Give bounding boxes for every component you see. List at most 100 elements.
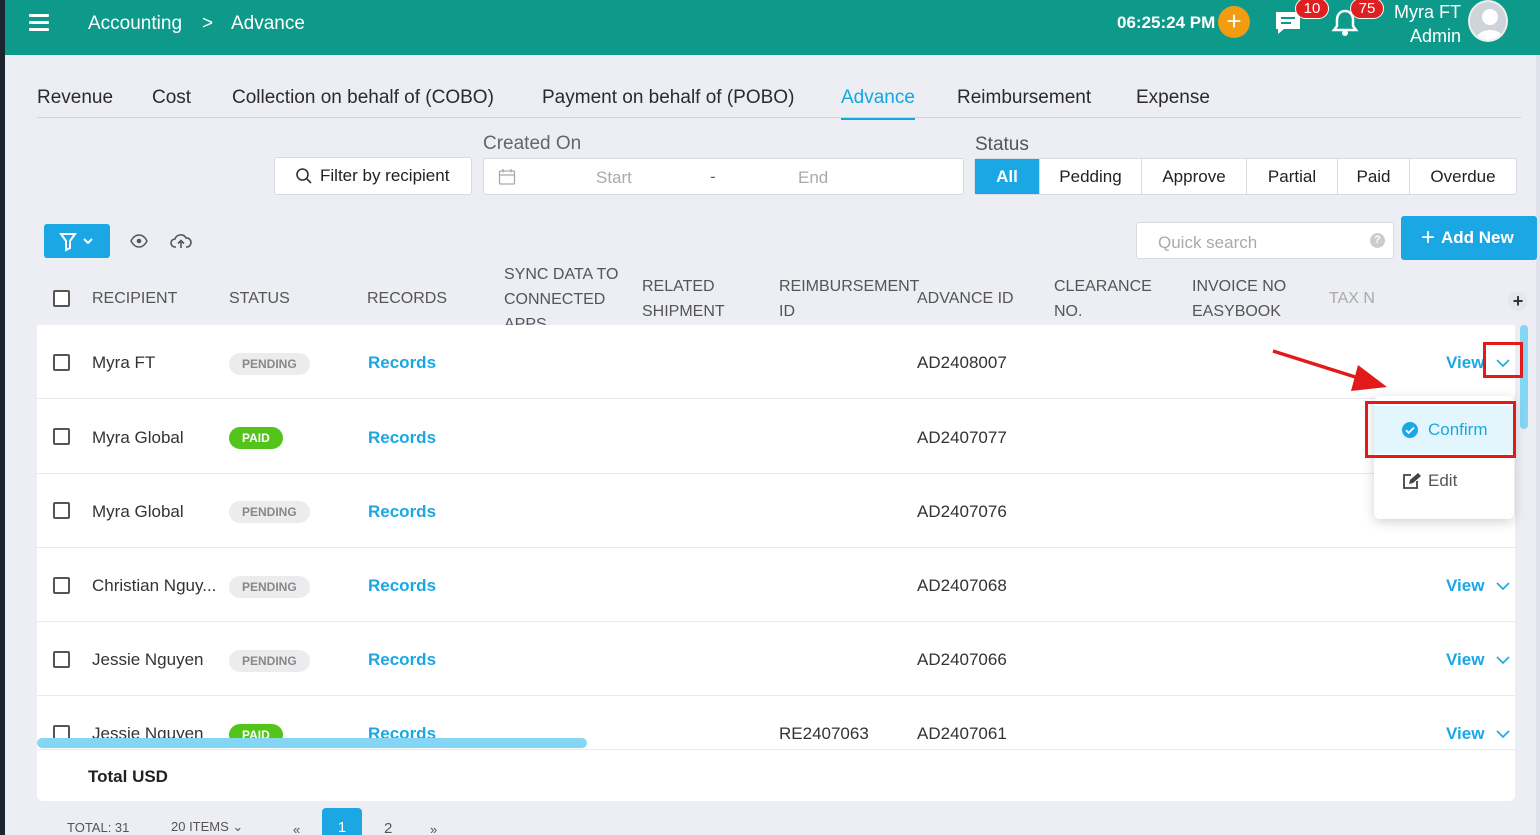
tab-advance[interactable]: Advance: [841, 87, 915, 120]
quick-search-input[interactable]: Quick search ?: [1136, 222, 1394, 259]
col-sync-data[interactable]: SYNC DATA TO CONNECTED APPS: [504, 262, 618, 326]
breadcrumb-accounting[interactable]: Accounting: [88, 13, 182, 35]
col-invoice-no[interactable]: INVOICE NO EASYBOOK: [1192, 274, 1286, 324]
table-row[interactable]: Myra Global PENDING Records AD2407076: [37, 474, 1515, 548]
col-records[interactable]: RECORDS: [367, 286, 447, 311]
col-advance-id[interactable]: ADVANCE ID: [917, 286, 1014, 311]
page-size-select[interactable]: 20 ITEMS ⌄: [171, 819, 243, 835]
annotation-highlight-chevron: [1483, 342, 1523, 378]
advanced-filter-button[interactable]: [44, 224, 110, 258]
total-usd-label: Total USD: [88, 767, 168, 786]
horizontal-scrollbar[interactable]: [37, 738, 587, 748]
col-sync-line3: APPS: [504, 316, 547, 326]
table-row[interactable]: Jessie Nguyen PENDING Records AD2407066 …: [37, 622, 1515, 696]
edit-menu-item[interactable]: Edit: [1374, 457, 1514, 505]
messages-badge: 10: [1295, 0, 1329, 19]
view-link[interactable]: View: [1446, 576, 1484, 596]
col-shipment-line1: RELATED: [642, 278, 715, 295]
tab-revenue[interactable]: Revenue: [37, 87, 113, 109]
total-row: Total USD: [37, 749, 1515, 801]
view-link[interactable]: View: [1446, 724, 1484, 744]
records-link[interactable]: Records: [368, 428, 436, 448]
view-link[interactable]: View: [1446, 650, 1484, 670]
row-checkbox[interactable]: [53, 354, 70, 371]
annotation-arrow-icon: [1272, 349, 1387, 391]
col-invoice-line2: EASYBOOK: [1192, 303, 1281, 320]
advance-id-cell: AD2407066: [917, 650, 1007, 669]
row-checkbox[interactable]: [53, 502, 70, 519]
records-link[interactable]: Records: [368, 502, 436, 522]
recipient-cell: Myra FT: [92, 353, 156, 372]
status-paid-button[interactable]: Paid: [1338, 159, 1410, 194]
quick-add-icon[interactable]: +: [1218, 6, 1250, 38]
records-link[interactable]: Records: [368, 650, 436, 670]
status-label: Status: [975, 134, 1029, 155]
calendar-icon: [498, 169, 516, 185]
add-new-button[interactable]: + Add New: [1401, 216, 1537, 260]
breadcrumb-advance: Advance: [231, 13, 305, 34]
table-row[interactable]: Christian Nguy... PENDING Records AD2407…: [37, 548, 1515, 622]
date-start-input[interactable]: Start: [596, 168, 632, 188]
reimbursement-id-cell: RE2407063: [779, 724, 869, 743]
notifications-badge: 75: [1350, 0, 1384, 19]
records-link[interactable]: Records: [368, 576, 436, 596]
tab-cobo[interactable]: Collection on behalf of (COBO): [232, 87, 494, 109]
status-partial-button[interactable]: Partial: [1247, 159, 1338, 194]
col-sync-line2: CONNECTED: [504, 291, 606, 308]
col-reimb-line1: REIMBURSEMENT: [779, 278, 920, 295]
select-all-checkbox[interactable]: [53, 290, 70, 307]
filter-by-recipient-button[interactable]: Filter by recipient: [274, 157, 472, 195]
top-bar: Accounting > Advance 06:25:24 PM + 10 75…: [5, 0, 1540, 55]
next-page-button[interactable]: »: [430, 822, 437, 835]
chevron-down-icon[interactable]: [1496, 729, 1510, 739]
cloud-upload-icon[interactable]: [170, 232, 192, 250]
menu-icon[interactable]: [29, 14, 49, 32]
row-checkbox[interactable]: [53, 651, 70, 668]
col-invoice-line1: INVOICE NO: [1192, 278, 1287, 295]
col-tax[interactable]: TAX N: [1329, 286, 1375, 311]
prev-page-button[interactable]: «: [293, 822, 300, 835]
date-range-picker[interactable]: Start - End: [483, 158, 964, 195]
filter-icon: [59, 233, 93, 252]
status-pedding-button[interactable]: Pedding: [1040, 159, 1142, 194]
avatar[interactable]: [1468, 0, 1508, 42]
table-row[interactable]: Myra Global PAID Records AD2407077: [37, 400, 1515, 474]
advance-id-cell: AD2407076: [917, 502, 1007, 521]
row-checkbox[interactable]: [53, 428, 70, 445]
user-info[interactable]: Myra FT Admin: [1393, 0, 1461, 48]
view-link[interactable]: View: [1446, 353, 1484, 373]
edit-label: Edit: [1428, 471, 1458, 490]
date-end-input[interactable]: End: [798, 168, 828, 188]
row-checkbox[interactable]: [53, 577, 70, 594]
status-overdue-button[interactable]: Overdue: [1410, 159, 1516, 194]
tab-cost[interactable]: Cost: [152, 87, 191, 109]
status-badge: PENDING: [229, 650, 310, 672]
recipient-cell: Christian Nguy...: [92, 576, 217, 595]
tab-reimbursement[interactable]: Reimbursement: [957, 87, 1091, 109]
status-badge: PENDING: [229, 576, 310, 598]
col-clearance-line1: CLEARANCE: [1054, 278, 1152, 295]
total-count: TOTAL: 31: [67, 820, 130, 835]
page-1-button[interactable]: 1: [322, 808, 362, 835]
col-related-shipment[interactable]: RELATED SHIPMENT: [642, 274, 725, 324]
created-on-label: Created On: [483, 133, 582, 154]
help-icon[interactable]: ?: [1370, 233, 1385, 248]
col-recipient[interactable]: RECIPIENT: [92, 286, 177, 311]
status-approve-button[interactable]: Approve: [1142, 159, 1247, 194]
tab-pobo[interactable]: Payment on behalf of (POBO): [542, 87, 794, 109]
page-2-button[interactable]: 2: [384, 820, 392, 835]
add-column-icon[interactable]: +: [1508, 291, 1527, 311]
status-all-button[interactable]: All: [975, 159, 1040, 194]
records-link[interactable]: Records: [368, 353, 436, 373]
col-clearance-no[interactable]: CLEARANCE NO.: [1054, 274, 1152, 324]
chevron-down-icon[interactable]: [1496, 581, 1510, 591]
advance-id-cell: AD2407061: [917, 724, 1007, 743]
left-edge: [0, 0, 5, 835]
tab-expense[interactable]: Expense: [1136, 87, 1210, 109]
chevron-down-icon[interactable]: [1496, 655, 1510, 665]
status-badge: PENDING: [229, 501, 310, 523]
col-status[interactable]: STATUS: [229, 286, 290, 311]
user-role: Admin: [1409, 26, 1461, 46]
eye-icon[interactable]: [130, 232, 148, 250]
col-reimbursement-id[interactable]: REIMBURSEMENT ID: [779, 274, 919, 324]
